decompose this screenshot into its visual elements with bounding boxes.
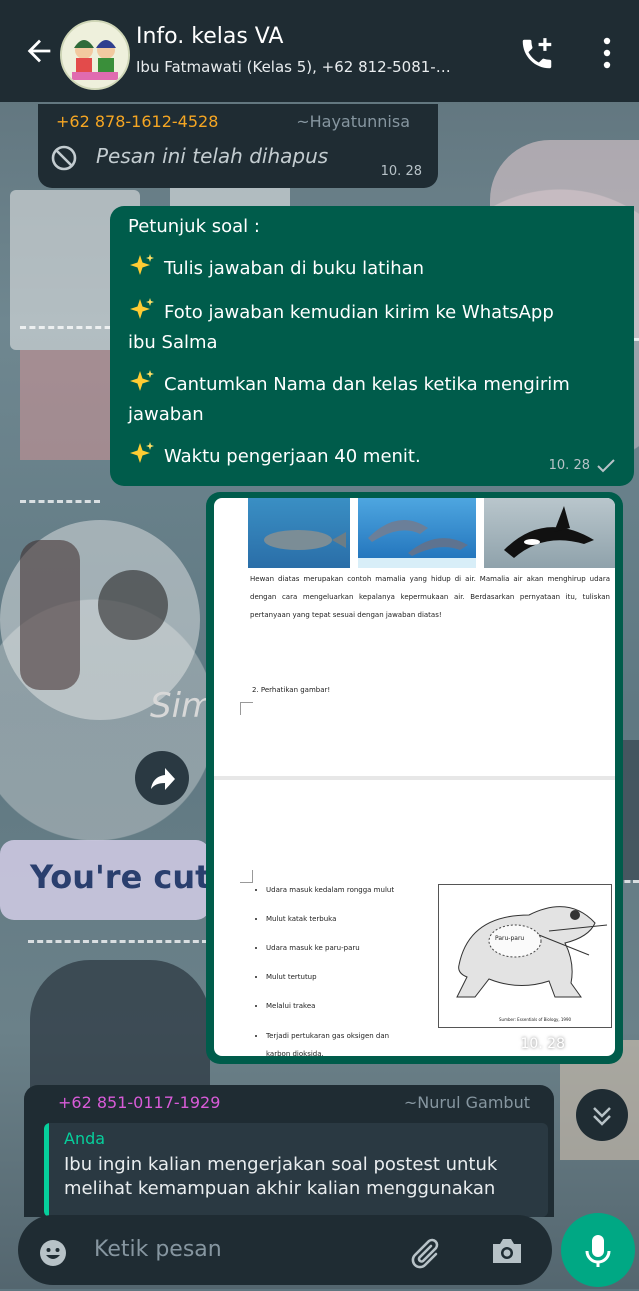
message-reply[interactable]: +62 851-0117-1929 ~Nurul Gambut Anda Ibu…	[24, 1085, 554, 1217]
quoted-message[interactable]: Anda Ibu ingin kalian mengerjakan soal p…	[44, 1123, 548, 1217]
instruction-text: Waktu pengerjaan 40 menit.	[164, 446, 421, 467]
instruction-item: Cantumkan Nama dan kelas ketika mengirim	[128, 368, 570, 396]
sparkles-icon	[128, 368, 156, 396]
scroll-to-bottom-button[interactable]	[576, 1089, 628, 1141]
step-item: Terjadi pertukaran gas oksigen dan	[266, 1027, 446, 1045]
instruction-title: Petunjuk soal :	[128, 216, 260, 237]
sender-phone[interactable]: +62 878-1612-4528	[56, 112, 218, 131]
message-time: 10. 28	[380, 164, 422, 179]
camera-icon[interactable]	[490, 1236, 524, 1266]
sender-phone[interactable]: +62 851-0117-1929	[58, 1093, 220, 1112]
orca-photo	[484, 498, 615, 568]
instruction-text: jawaban	[128, 404, 204, 425]
sender-name: ~Hayatunnisa	[296, 112, 410, 131]
step-item: Mulut katak terbuka	[266, 905, 446, 934]
step-item: Mulut tertutup	[266, 963, 446, 992]
add-call-icon[interactable]	[518, 35, 556, 73]
step-item: Melalui trakea	[266, 992, 446, 1021]
wallpaper-text-sim: Sim	[150, 686, 215, 726]
sender-name: ~Nurul Gambut	[403, 1093, 530, 1112]
dolphins-photo	[358, 498, 476, 568]
dugong-photo	[248, 498, 350, 568]
step-item: Udara masuk kedalam rongga mulut	[266, 876, 446, 905]
message-instructions[interactable]: Petunjuk soal : Tulis jawaban di buku la…	[110, 206, 634, 486]
worksheet-mark	[240, 870, 253, 883]
quote-text: Ibu ingin kalian mengerjakan soal postes…	[64, 1154, 498, 1199]
read-check-icon	[575, 1038, 595, 1056]
sparkles-icon	[128, 252, 156, 280]
page-divider	[214, 776, 615, 780]
more-options-icon[interactable]	[602, 36, 612, 70]
step-item: Udara masuk ke paru-paru	[266, 934, 446, 963]
worksheet-question-2: 2. Perhatikan gambar!	[252, 686, 331, 694]
deleted-message-text: Pesan ini telah dihapus	[96, 144, 329, 168]
message-image[interactable]: Hewan diatas merupakan contoh mamalia ya…	[206, 492, 623, 1064]
emoji-icon[interactable]	[38, 1238, 68, 1268]
instruction-text: Cantumkan Nama dan kelas ketika mengirim	[164, 374, 570, 395]
message-time: 10. 28	[548, 458, 590, 473]
message-composer[interactable]: Ketik pesan	[18, 1215, 552, 1285]
chat-subtitle[interactable]: Ibu Fatmawati (Kelas 5), +62 812-5081-…	[136, 58, 492, 76]
group-avatar[interactable]	[60, 20, 130, 90]
instruction-text: Tulis jawaban di buku latihan	[164, 258, 425, 279]
frog-label: Paru-paru	[495, 935, 525, 942]
message-input[interactable]: Ketik pesan	[94, 1237, 222, 1262]
quote-bar	[44, 1123, 49, 1217]
voice-record-button[interactable]	[561, 1213, 635, 1287]
instruction-item: Tulis jawaban di buku latihan	[128, 252, 424, 280]
message-deleted[interactable]: +62 878-1612-4528 ~Hayatunnisa Pesan ini…	[38, 104, 438, 188]
wallpaper-text-cute: You're cute	[30, 858, 233, 896]
forward-button[interactable]	[135, 751, 189, 805]
image-time: 10. 28	[520, 1036, 565, 1052]
quote-author: Anda	[64, 1129, 106, 1148]
worksheet-image[interactable]: Hewan diatas merupakan contoh mamalia ya…	[214, 498, 615, 1056]
instruction-item: Foto jawaban kemudian kirim ke WhatsApp	[128, 296, 554, 324]
instruction-text: ibu Salma	[128, 332, 218, 353]
worksheet-mark	[240, 702, 253, 715]
frog-diagram: Paru-paru Sumber: Essentials of Biology,…	[438, 884, 612, 1028]
back-arrow-icon[interactable]	[22, 34, 56, 68]
frog-breathing-steps: Udara masuk kedalam rongga mulut Mulut k…	[266, 876, 446, 1056]
frog-source: Sumber: Essentials of Biology, 1990	[499, 1017, 572, 1022]
read-check-icon	[596, 458, 616, 478]
deleted-icon	[50, 144, 78, 172]
sparkles-icon	[128, 440, 156, 468]
attachment-icon[interactable]	[410, 1234, 446, 1270]
chat-header: Info. kelas VA Ibu Fatmawati (Kelas 5), …	[0, 0, 639, 102]
instruction-text: Foto jawaban kemudian kirim ke WhatsApp	[164, 302, 554, 323]
worksheet-caption: Hewan diatas merupakan contoh mamalia ya…	[250, 575, 610, 619]
step-item: karbon dioksida.	[266, 1050, 324, 1056]
instruction-item: Waktu pengerjaan 40 menit.	[128, 440, 421, 468]
chat-title[interactable]: Info. kelas VA	[136, 24, 283, 49]
sparkles-icon	[128, 296, 156, 324]
